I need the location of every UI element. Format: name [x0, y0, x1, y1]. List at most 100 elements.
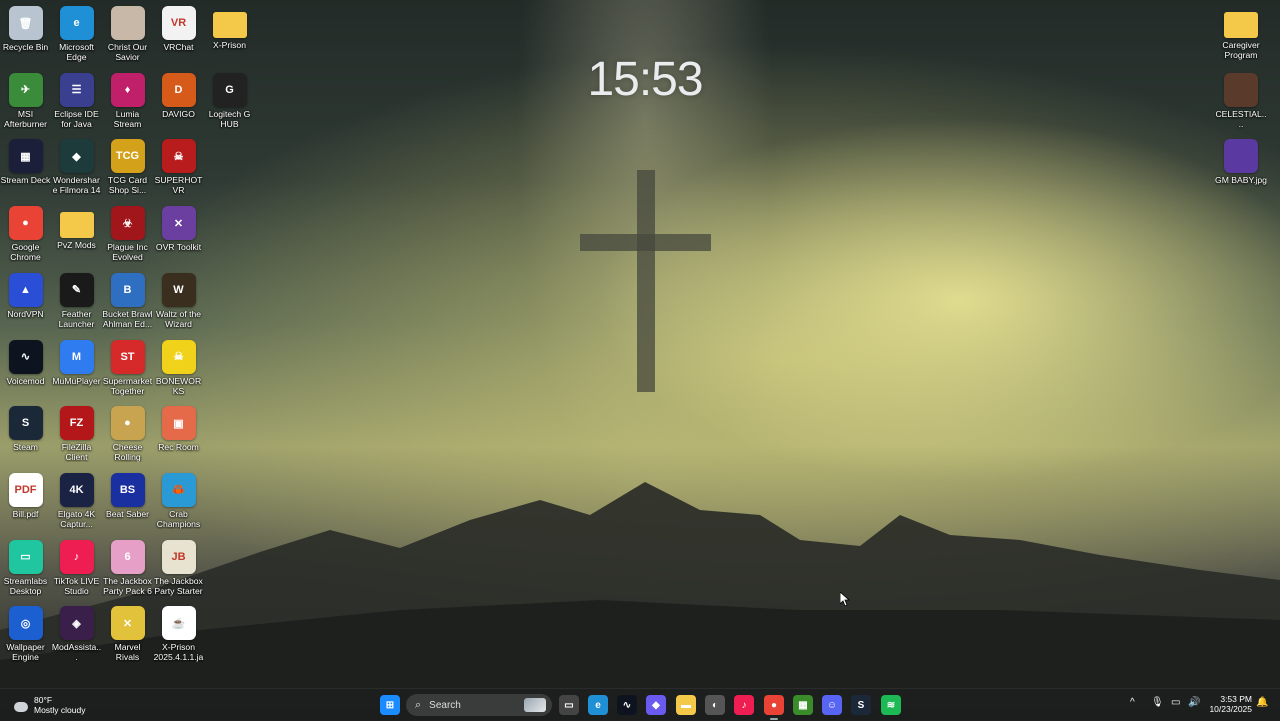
taskbar-tiktok[interactable]: ♪ [734, 695, 754, 715]
weather-widget[interactable]: 80°F Mostly cloudy [12, 693, 86, 717]
desktop-icon[interactable]: ✕ OVR Toolkit [153, 202, 204, 262]
notification-bell-icon[interactable]: 🔔 [1256, 697, 1268, 708]
taskbar-copilot[interactable]: ◆ [646, 695, 666, 715]
jackbox6-icon: 6 [110, 539, 145, 574]
taskbar-clock[interactable]: 3:53 PM 10/23/2025 [1198, 694, 1252, 714]
desktop-icon[interactable]: ☕X-Prison 2025.4.1.1.jar [153, 602, 204, 662]
desktop-icon[interactable]: 🦀 Crab Champions [153, 469, 204, 529]
desktop-icon-label: Rec Room [158, 442, 199, 453]
desktop-icon[interactable]: CELESTIAL.... [1215, 69, 1267, 129]
desktop-icon[interactable]: ✈ MSI Afterburner [0, 69, 51, 129]
supermarket-icon: ST [110, 339, 145, 374]
superhot-icon: ☠ [161, 139, 196, 174]
desktop[interactable]: 15:53 🗑 Recycle Bin e Microsoft Edge Christ … [0, 0, 1280, 688]
ovr-toolkit-icon: ✕ [161, 206, 196, 241]
tray-chevron-icon[interactable]: ^ [1130, 697, 1135, 708]
taskbar-edge[interactable]: e [588, 695, 608, 715]
desktop-icon[interactable]: ▭ Streamlabs Desktop [0, 536, 51, 596]
desktop-icon[interactable]: JB The Jackbox Party Starter [153, 536, 204, 596]
desktop-icon-label: PvZ Mods [57, 240, 96, 251]
desktop-icon[interactable]: ☠ SUPERHOT VR [153, 135, 204, 195]
plague-icon: ☣ [110, 206, 145, 241]
desktop-icon-label: Google Chrome [10, 242, 41, 263]
desktop-icon[interactable]: B Bucket Brawl Ahlman Ed... [102, 269, 153, 329]
search-icon: ⌕ [415, 698, 422, 711]
desktop-icon[interactable]: ST Supermarket Together [102, 336, 153, 396]
task-view-button[interactable]: ▭ [559, 695, 579, 715]
desktop-icon[interactable]: ☰Eclipse IDE for Java De... [51, 69, 102, 129]
desktop-icon[interactable]: ● Google Chrome [0, 202, 51, 262]
desktop-icon[interactable]: ♪ TikTok LIVE Studio [51, 536, 102, 596]
desktop-icon[interactable]: ◎ Wallpaper Engine [0, 602, 51, 662]
desktop-icon-label: Crab Champions [156, 508, 201, 529]
desktop-icon-label: TikTok LIVE Studio [53, 575, 100, 596]
desktop-icon[interactable]: ▦ Stream Deck [0, 135, 51, 195]
desktop-icon-label: BONEWORKS [155, 375, 202, 396]
marvel-rivals-icon: ✕ [110, 606, 145, 641]
desktop-icon[interactable]: PvZ Mods [51, 202, 102, 260]
desktop-icon-label: X-Prison [213, 40, 246, 50]
desktop-icon[interactable]: S Steam [0, 402, 51, 462]
desktop-icon-label: ModAssista... [51, 642, 102, 663]
desktop-icon[interactable]: VR VRChat [153, 2, 204, 62]
beat-saber-icon: BS [110, 472, 145, 507]
desktop-icon[interactable]: PDF Bill.pdf [0, 469, 51, 529]
desktop-icon[interactable]: ✕ Marvel Rivals [102, 602, 153, 662]
desktop-icon-label: Beat Saber [106, 508, 149, 519]
taskbar-date: 10/23/2025 [1209, 704, 1252, 714]
folder-icon [212, 12, 247, 38]
taskbar-discord[interactable]: ☺ [822, 695, 842, 715]
desktop-icon[interactable]: G Logitech G HUB [204, 69, 255, 129]
desktop-icon-label: OVR Toolkit [155, 242, 202, 253]
desktop-icon[interactable]: ◆ Wondershare Filmora 14 [51, 135, 102, 195]
feather-icon: ✎ [59, 272, 94, 307]
desktop-icon-label: MuMuPlayer [52, 375, 101, 386]
desktop-icon[interactable]: 🗑 Recycle Bin [0, 2, 51, 62]
taskbar-spotify[interactable]: ≋ [881, 695, 901, 715]
desktop-icon-label: NordVPN [7, 308, 44, 319]
taskbar-file-explorer[interactable]: ▬ [676, 695, 696, 715]
desktop-icon[interactable]: X-Prison [204, 2, 255, 60]
taskbar-search[interactable]: ⌕ Search [406, 694, 552, 716]
taskbar-steam[interactable]: S [851, 695, 871, 715]
desktop-icon[interactable]: M MuMuPlayer [51, 336, 102, 396]
desktop-icon[interactable]: ☣ Plague Inc Evolved [102, 202, 153, 262]
desktop-icon-label: Marvel Rivals [114, 642, 141, 663]
desktop-icon[interactable]: ☠ BONEWORKS [153, 336, 204, 396]
msi-afterburner-icon: ✈ [8, 72, 43, 107]
image-icon [1224, 72, 1258, 107]
desktop-icon[interactable]: ♦ Lumia Stream [102, 69, 153, 129]
desktop-icon[interactable]: ✎ Feather Launcher [51, 269, 102, 329]
microphone-icon[interactable]: 🎙 [1151, 697, 1164, 708]
desktop-icon[interactable]: e Microsoft Edge [51, 2, 102, 62]
network-icon[interactable]: ▭ [1171, 697, 1180, 708]
start-button[interactable]: ⊞ [380, 695, 400, 715]
search-label: Search [429, 699, 461, 711]
cross-vertical [637, 170, 655, 392]
stream-deck-icon: ▦ [8, 139, 43, 174]
desktop-icon[interactable]: 6 The Jackbox Party Pack 6 [102, 536, 153, 596]
desktop-icon[interactable]: ● Cheese Rolling [102, 402, 153, 462]
desktop-icon[interactable]: GM BABY.jpg [1215, 135, 1267, 195]
desktop-icon[interactable]: ∿ Voicemod [0, 336, 51, 396]
desktop-icon[interactable]: ▲ NordVPN [0, 269, 51, 329]
desktop-icon[interactable]: Caregiver Program [1215, 2, 1267, 60]
desktop-icon[interactable]: W Waltz of the Wizard [153, 269, 204, 329]
taskbar-app[interactable]: ◐ [705, 695, 725, 715]
desktop-icon[interactable]: TCG TCG Card Shop Si... [102, 135, 153, 195]
desktop-icon-label: Wondershare Filmora 14 [52, 175, 101, 196]
desktop-icon[interactable]: FZ FileZilla Client [51, 402, 102, 462]
taskbar-minecraft[interactable]: ▦ [793, 695, 813, 715]
desktop-icon[interactable]: Christ Our Savior [102, 2, 153, 62]
desktop-icon[interactable]: BS Beat Saber [102, 469, 153, 529]
edge-icon: e [59, 6, 94, 40]
weather-desc: Mostly cloudy [34, 705, 86, 715]
taskbar-chrome[interactable]: ● [764, 695, 784, 715]
desktop-icon[interactable]: ▣ Rec Room [153, 402, 204, 462]
desktop-icon[interactable]: ◈ ModAssista... [51, 602, 102, 662]
desktop-icon[interactable]: 4K Elgato 4K Captur... [51, 469, 102, 529]
desktop-icon-label: X-Prison 2025.4.1.1.jar [153, 642, 204, 663]
taskbar-voicemod[interactable]: ∿ [617, 695, 637, 715]
desktop-icon-label: Lumia Stream [113, 108, 142, 129]
desktop-icon[interactable]: D DAVIGO [153, 69, 204, 129]
